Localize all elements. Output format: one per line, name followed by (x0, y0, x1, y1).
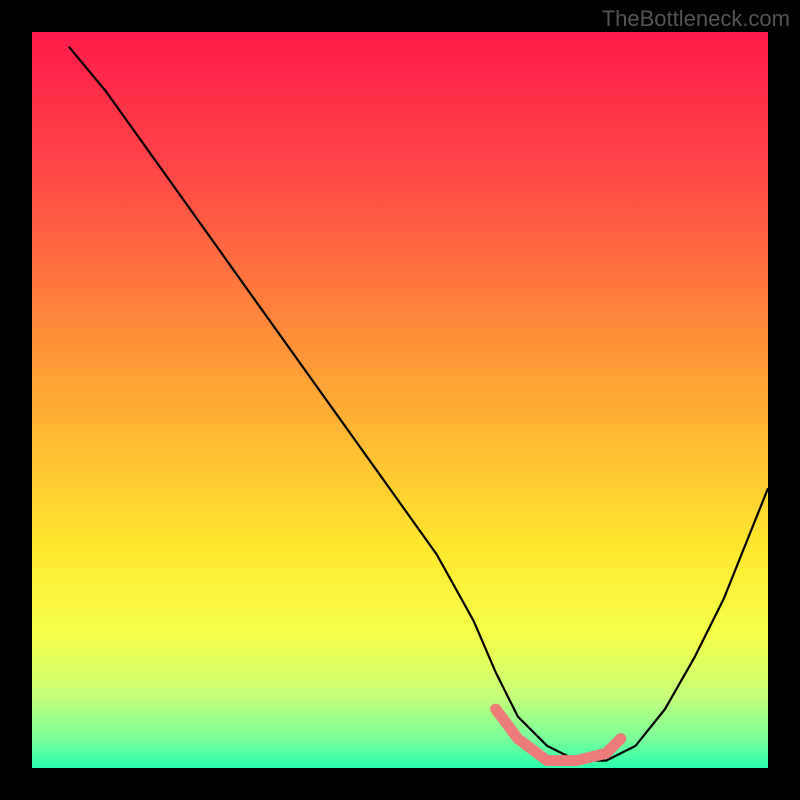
chart-svg (32, 32, 768, 768)
chart-plot-area (32, 32, 768, 768)
watermark-text: TheBottleneck.com (602, 6, 790, 32)
